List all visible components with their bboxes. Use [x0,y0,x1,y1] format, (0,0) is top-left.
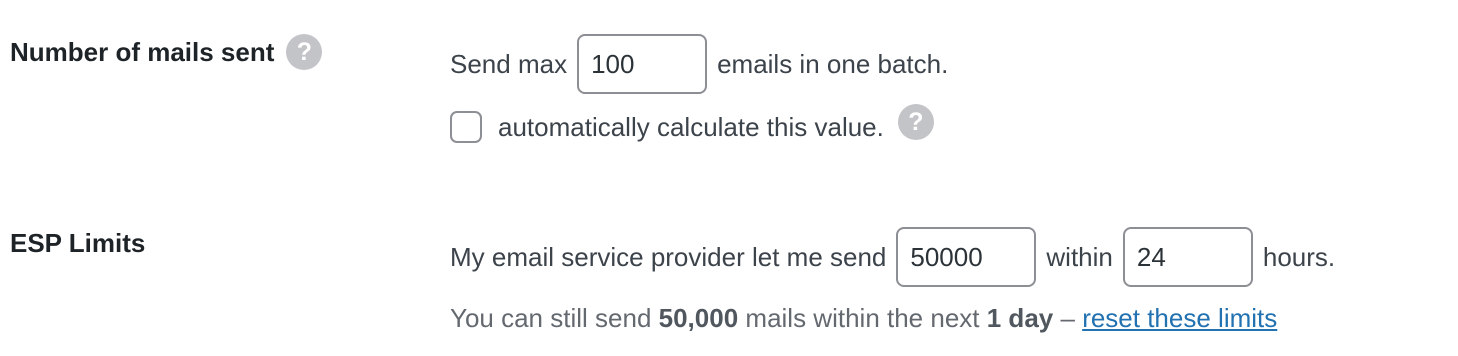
auto-calculate-label[interactable]: automatically calculate this value. [498,112,884,143]
esp-limits-label-row: ESP Limits [10,228,145,259]
esp-limits-label: ESP Limits [10,228,146,258]
remaining-count: 50,000 [658,302,739,333]
batch-size-input[interactable] [577,34,708,94]
esp-limit-input[interactable] [896,227,1037,287]
esp-limit-line: My email service provider let me send wi… [450,227,1335,287]
reset-limits-link[interactable]: reset these limits [1082,303,1277,334]
send-max-text: Send max [450,48,568,79]
remaining-period: 1 day [986,302,1054,333]
auto-calculate-help-icon[interactable]: ? [897,104,934,140]
remaining-prefix: You can still send [450,302,652,333]
within-text: within [1046,241,1113,272]
auto-calculate-line: automatically calculate this value. ? [450,104,934,150]
batch-size-label: Number of mails sent [10,36,275,67]
hours-text: hours. [1262,241,1336,272]
esp-limit-text: My email service provider let me send [450,241,887,272]
remaining-middle: mails within the next [745,302,980,333]
batch-size-label-row: Number of mails sent ? [10,34,323,70]
batch-suffix-text: emails in one batch. [717,48,949,79]
batch-size-line: Send max emails in one batch. [450,34,948,94]
remaining-dash: – [1060,302,1075,333]
esp-hours-input[interactable] [1122,227,1253,287]
auto-calculate-checkbox[interactable] [450,111,482,143]
esp-remaining-line: You can still send 50,000 mails within t… [450,300,1277,336]
help-icon[interactable]: ? [286,34,323,70]
